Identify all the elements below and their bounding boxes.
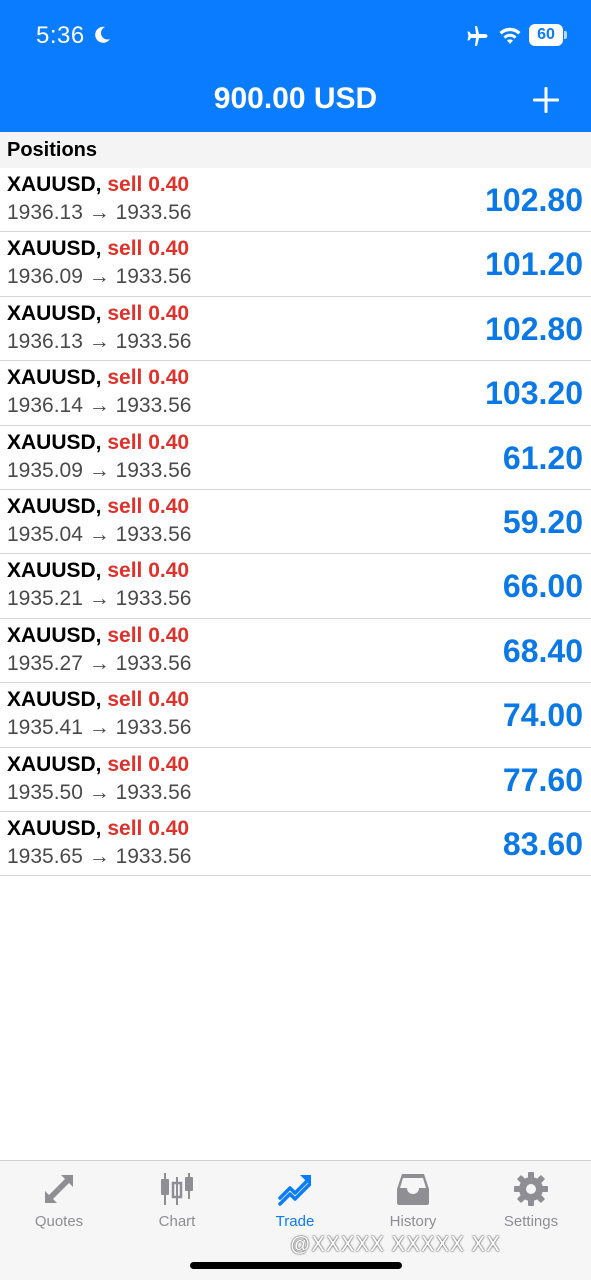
position-prices: 1935.21 → 1933.56 xyxy=(7,587,192,611)
moon-icon xyxy=(95,26,110,43)
positions-section-header: Positions xyxy=(0,132,591,168)
position-symbol: XAUUSD, xyxy=(7,173,102,196)
position-symbol: XAUUSD, xyxy=(7,366,102,390)
position-prices: 1935.09 → 1933.56 xyxy=(7,458,192,482)
wifi-icon xyxy=(499,27,521,44)
position-symbol: XAUUSD, xyxy=(7,559,102,583)
position-symbol: XAUUSD, xyxy=(7,752,102,776)
position-prices: 1935.65 → 1933.56 xyxy=(7,844,192,868)
tab-label: Quotes xyxy=(34,1213,84,1230)
position-symbol: XAUUSD, xyxy=(7,494,102,518)
position-side: sell 0.40 xyxy=(107,366,190,390)
tab-label: Trade xyxy=(275,1213,315,1230)
tab-label: Settings xyxy=(503,1213,559,1230)
gear-icon xyxy=(514,1172,548,1206)
position-row[interactable]: XAUUSD, sell 0.40 1935.65 → 1933.56 83.6… xyxy=(0,811,591,877)
position-row[interactable]: XAUUSD, sell 0.40 1935.21 → 1933.56 66.0… xyxy=(0,554,591,619)
position-side: sell 0.40 xyxy=(107,688,190,712)
position-prices: 1935.27 → 1933.56 xyxy=(7,651,192,675)
position-profit: 74.00 xyxy=(502,697,583,734)
plus-icon[interactable] xyxy=(530,84,562,116)
position-side: sell 0.40 xyxy=(107,237,190,261)
positions-section-title: Positions xyxy=(7,139,98,161)
position-prices: 1935.50 → 1933.56 xyxy=(7,780,192,804)
position-row[interactable]: XAUUSD, sell 0.40 1935.09 → 1933.56 61.2… xyxy=(0,425,591,490)
tab-history[interactable]: History xyxy=(354,1161,472,1241)
position-row[interactable]: XAUUSD, sell 0.40 1936.13 → 1933.56 102.… xyxy=(0,296,591,362)
position-row[interactable]: XAUUSD, sell 0.40 1936.13 → 1933.56 102.… xyxy=(0,168,591,233)
inbox-tray-icon xyxy=(397,1174,429,1205)
position-profit: 61.20 xyxy=(502,439,583,476)
battery-level: 60 xyxy=(537,26,555,43)
account-balance-title: 900.00 USD xyxy=(213,82,378,115)
position-side: sell 0.40 xyxy=(107,173,190,196)
position-prices: 1936.14 → 1933.56 xyxy=(7,394,192,418)
top-header: 5:36 60 900.00 USD xyxy=(0,0,591,132)
position-symbol: XAUUSD, xyxy=(7,816,102,840)
position-prices: 1936.13 → 1933.56 xyxy=(7,201,192,224)
position-side: sell 0.40 xyxy=(107,559,190,583)
position-profit: 102.80 xyxy=(485,182,583,218)
candlestick-icon xyxy=(161,1173,193,1205)
position-symbol: XAUUSD, xyxy=(7,430,102,454)
position-profit: 66.00 xyxy=(502,568,583,605)
tab-label: History xyxy=(389,1213,437,1230)
position-symbol: XAUUSD, xyxy=(7,688,102,712)
tab-trade[interactable]: Trade xyxy=(236,1161,354,1241)
position-symbol: XAUUSD, xyxy=(7,623,102,647)
tab-settings[interactable]: Settings xyxy=(472,1161,590,1241)
position-side: sell 0.40 xyxy=(107,301,190,325)
position-side: sell 0.40 xyxy=(107,430,190,454)
position-profit: 103.20 xyxy=(485,375,583,412)
position-side: sell 0.40 xyxy=(107,494,190,518)
tab-label: Chart xyxy=(158,1213,196,1230)
position-prices: 1936.09 → 1933.56 xyxy=(7,265,192,289)
status-time: 5:36 xyxy=(36,22,85,49)
position-row[interactable]: XAUUSD, sell 0.40 1935.50 → 1933.56 77.6… xyxy=(0,747,591,812)
position-side: sell 0.40 xyxy=(107,623,190,647)
trend-up-icon xyxy=(278,1175,311,1206)
position-prices: 1936.13 → 1933.56 xyxy=(7,329,192,353)
position-profit: 68.40 xyxy=(502,632,583,669)
battery-icon: 60 xyxy=(529,24,567,46)
positions-list: XAUUSD, sell 0.40 1936.13 → 1933.56 102.… xyxy=(0,168,591,877)
position-profit: 83.60 xyxy=(502,825,583,862)
position-profit: 59.20 xyxy=(502,503,583,540)
home-indicator[interactable] xyxy=(190,1262,402,1269)
position-symbol: XAUUSD, xyxy=(7,237,102,261)
position-side: sell 0.40 xyxy=(107,816,190,840)
position-row[interactable]: XAUUSD, sell 0.40 1935.27 → 1933.56 68.4… xyxy=(0,618,591,684)
position-prices: 1935.04 → 1933.56 xyxy=(7,522,192,546)
position-row[interactable]: XAUUSD, sell 0.40 1936.09 → 1933.56 101.… xyxy=(0,232,591,297)
position-row[interactable]: XAUUSD, sell 0.40 1935.04 → 1933.56 59.2… xyxy=(0,489,591,555)
position-profit: 102.80 xyxy=(485,310,583,347)
position-profit: 77.60 xyxy=(502,761,583,798)
tab-chart[interactable]: Chart xyxy=(118,1161,236,1241)
tab-quotes[interactable]: Quotes xyxy=(0,1161,118,1241)
position-side: sell 0.40 xyxy=(107,752,190,776)
position-row[interactable]: XAUUSD, sell 0.40 1936.14 → 1933.56 103.… xyxy=(0,361,591,426)
quotes-arrows-icon xyxy=(45,1175,73,1203)
position-prices: 1935.41 → 1933.56 xyxy=(7,716,192,740)
position-profit: 101.20 xyxy=(485,246,583,283)
airplane-icon xyxy=(467,26,488,46)
position-symbol: XAUUSD, xyxy=(7,301,102,325)
watermark-text: @ⅩⅩⅩⅩⅩ ⅩⅩⅩⅩⅩ ⅩⅩ xyxy=(290,1234,501,1256)
position-row[interactable]: XAUUSD, sell 0.40 1935.41 → 1933.56 74.0… xyxy=(0,683,591,748)
